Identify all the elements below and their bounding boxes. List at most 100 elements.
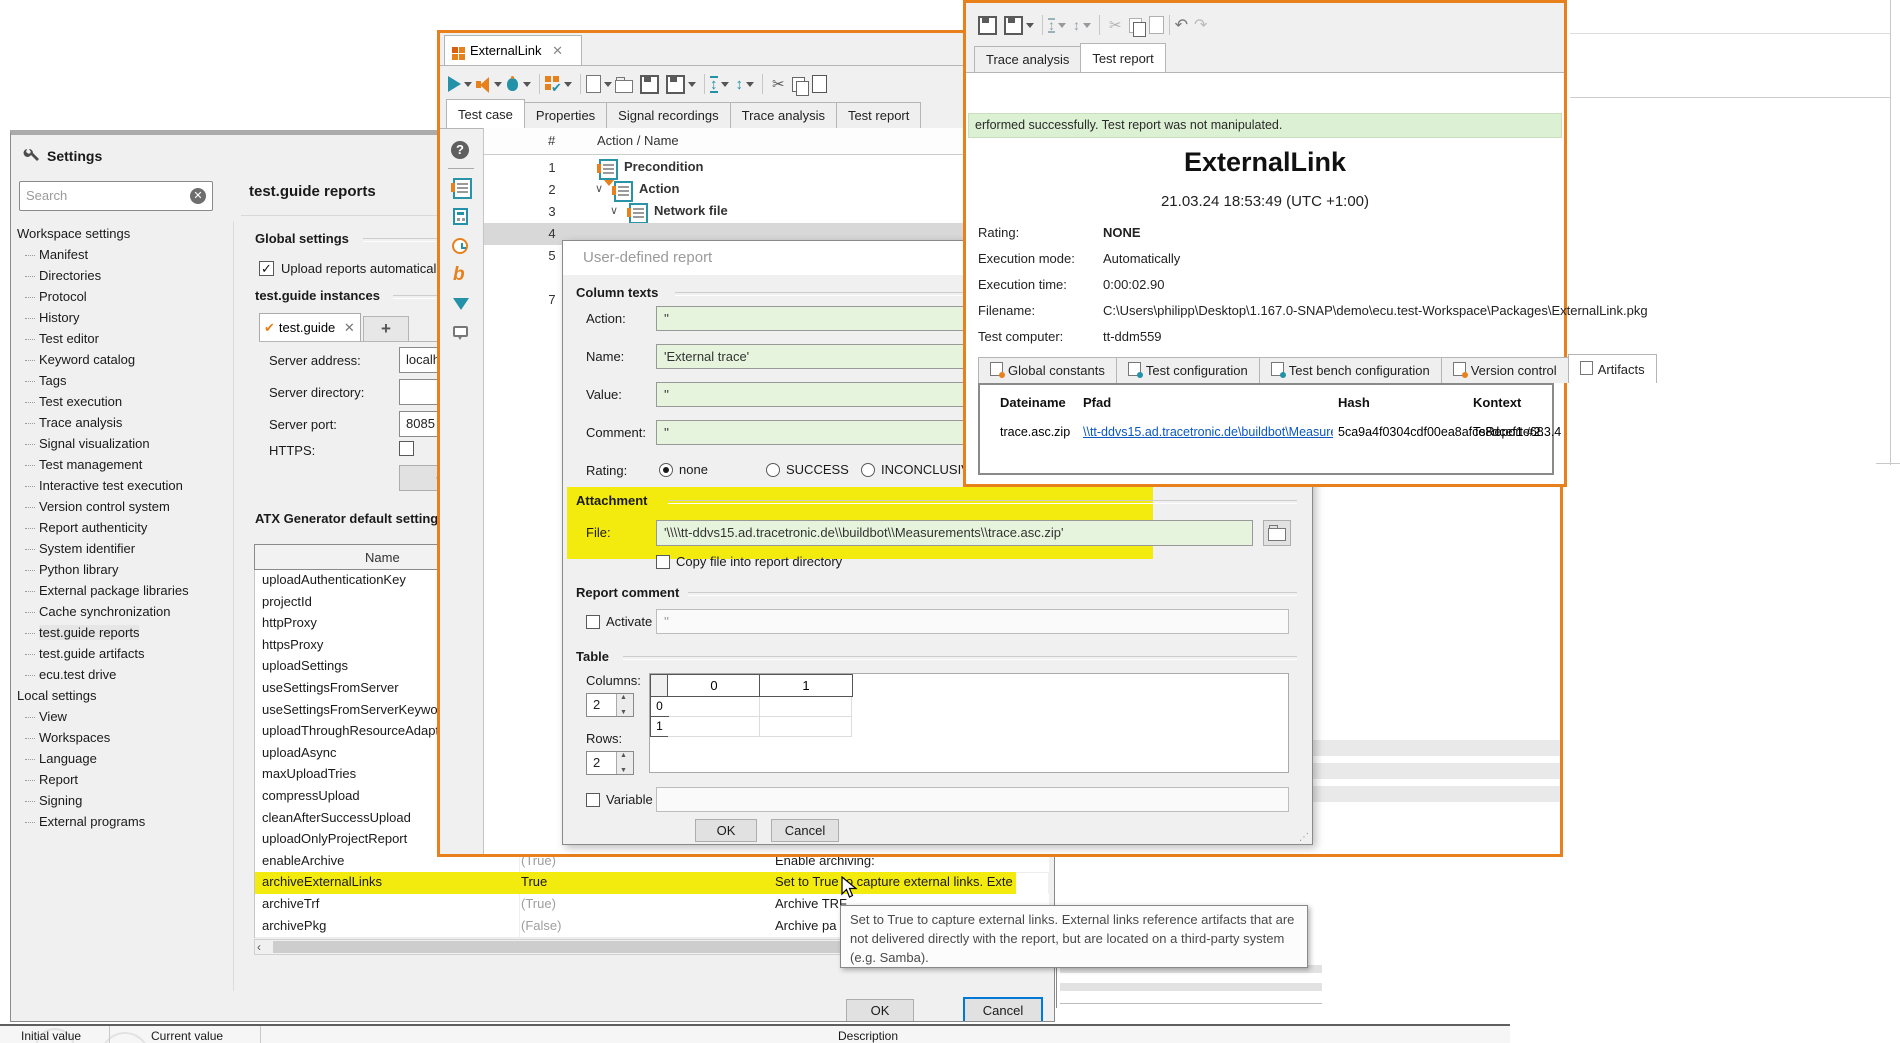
debugger-dropdown-icon[interactable]: [523, 82, 531, 87]
sidebar-item-test-editor[interactable]: Test editor: [17, 328, 235, 349]
sidebar-item-history[interactable]: History: [17, 307, 235, 328]
grid-cell-0-0[interactable]: [668, 697, 760, 717]
save-all-icon[interactable]: [666, 75, 685, 94]
artifact-pfad-link[interactable]: \\tt-ddvs15.ad.tracetronic.de\buildbot\M…: [1083, 425, 1333, 439]
package-check-icon[interactable]: ✔: [545, 76, 561, 92]
tab-properties[interactable]: Properties: [524, 102, 607, 128]
undo-icon[interactable]: ↶: [1175, 15, 1188, 35]
rating-radio-inconclusive[interactable]: [861, 463, 875, 477]
sidebar-item-protocol[interactable]: Protocol: [17, 286, 235, 307]
upload-reports-checkbox[interactable]: ✓: [259, 261, 274, 276]
sidebar-item-external-package-libraries[interactable]: External package libraries: [17, 580, 235, 601]
browse-file-button[interactable]: [1263, 520, 1291, 546]
resize-grip-icon[interactable]: ⋰: [1299, 832, 1309, 843]
sidebar-item-trace-analysis[interactable]: Trace analysis: [17, 412, 235, 433]
close-tab-icon[interactable]: ✕: [344, 320, 355, 335]
add-instance-tab[interactable]: +: [363, 316, 409, 341]
search-input[interactable]: Search ✕: [19, 181, 213, 211]
sidebar-item-python-library[interactable]: Python library: [17, 559, 235, 580]
activate-checkbox[interactable]: [586, 615, 600, 629]
columns-spinner[interactable]: 2: [586, 693, 634, 717]
expand-all-icon[interactable]: ↕: [1048, 18, 1055, 33]
sidebar-item-test-execution[interactable]: Test execution: [17, 391, 235, 412]
instance-tab[interactable]: ✔test.guide ✕: [259, 313, 361, 341]
help-icon[interactable]: ?: [451, 141, 469, 159]
sidebar-item-ecu-test-drive[interactable]: ecu.test drive: [17, 664, 235, 685]
sidebar-item-test-guide-reports[interactable]: test.guide reports: [17, 622, 235, 643]
dialog-ok-button[interactable]: OK: [695, 819, 757, 842]
expand-all-icon[interactable]: ↕: [710, 76, 718, 93]
save-all-icon[interactable]: [1004, 16, 1023, 35]
rows-spinner[interactable]: 2: [586, 751, 634, 775]
variable-checkbox[interactable]: [586, 793, 600, 807]
sidebar-item-workspaces[interactable]: Workspaces: [17, 727, 235, 748]
run-icon[interactable]: [448, 76, 461, 92]
tab-signal-recordings[interactable]: Signal recordings: [606, 102, 730, 128]
https-checkbox[interactable]: [399, 441, 414, 456]
rating-radio-none[interactable]: [659, 463, 673, 477]
tab-trace-analysis[interactable]: Trace analysis: [974, 46, 1081, 72]
settings-cancel-button[interactable]: Cancel: [963, 997, 1043, 1022]
grid-row-header-0[interactable]: 0: [650, 696, 669, 717]
atx-row-archiveExternalLinks[interactable]: archiveExternalLinksTrueSet to True to c…: [255, 872, 1016, 895]
save-dropdown-icon[interactable]: [1026, 23, 1034, 28]
cut-icon[interactable]: ✂: [772, 75, 785, 93]
tree-header-local-settings[interactable]: Local settings: [17, 685, 235, 706]
new-file-icon[interactable]: [586, 75, 601, 93]
clear-search-icon[interactable]: ✕: [190, 188, 206, 204]
speaker-icon[interactable]: [475, 76, 491, 92]
copy-file-checkbox[interactable]: [656, 555, 670, 569]
tab-trace-analysis[interactable]: Trace analysis: [730, 102, 837, 128]
run-dropdown-icon[interactable]: [464, 82, 472, 87]
comment-icon[interactable]: [453, 326, 468, 337]
sidebar-item-version-control-system[interactable]: Version control system: [17, 496, 235, 517]
open-file-icon[interactable]: [615, 80, 633, 93]
sidebar-item-test-management[interactable]: Test management: [17, 454, 235, 475]
spinner-arrows-icon[interactable]: [616, 694, 633, 716]
grid-cell-0-1[interactable]: [760, 697, 852, 717]
calculator-icon[interactable]: [453, 208, 468, 225]
sidebar-item-manifest[interactable]: Manifest: [17, 244, 235, 265]
grid-row-header-1[interactable]: 1: [650, 716, 669, 737]
debug-b-icon[interactable]: b: [453, 264, 465, 286]
tab-artifacts[interactable]: Artifacts: [1568, 354, 1657, 383]
paste-icon[interactable]: [812, 75, 827, 93]
sidebar-item-language[interactable]: Language: [17, 748, 235, 769]
collapse-dropdown-icon[interactable]: [1083, 23, 1091, 28]
tab-test-case[interactable]: Test case: [446, 99, 525, 128]
grid-cell-1-0[interactable]: [668, 717, 760, 737]
sidebar-item-external-programs[interactable]: External programs: [17, 811, 235, 832]
sidebar-item-report[interactable]: Report: [17, 769, 235, 790]
sidebar-item-system-identifier[interactable]: System identifier: [17, 538, 235, 559]
editor-doc-tab[interactable]: ExternalLink ✕: [444, 35, 582, 65]
sidebar-item-cache-synchronization[interactable]: Cache synchronization: [17, 601, 235, 622]
save-dropdown-icon[interactable]: [688, 82, 696, 87]
scroll-left-arrow-icon[interactable]: ‹: [257, 940, 261, 954]
sidebar-item-tags[interactable]: Tags: [17, 370, 235, 391]
sidebar-item-interactive-test-execution[interactable]: Interactive test execution: [17, 475, 235, 496]
speaker-dropdown-icon[interactable]: [494, 82, 502, 87]
dialog-cancel-button[interactable]: Cancel: [771, 819, 839, 842]
sidebar-item-signal-visualization[interactable]: Signal visualization: [17, 433, 235, 454]
collapse-dropdown-icon[interactable]: [746, 82, 754, 87]
grid-col-header-0[interactable]: 0: [667, 674, 761, 697]
tab-test-report[interactable]: Test report: [836, 102, 921, 128]
expand-dropdown-icon[interactable]: [721, 82, 729, 87]
grid-cell-1-1[interactable]: [760, 717, 852, 737]
sidebar-item-report-authenticity[interactable]: Report authenticity: [17, 517, 235, 538]
report-step-icon[interactable]: [453, 178, 472, 199]
report-comment-input[interactable]: '': [656, 609, 1289, 634]
sidebar-item-signing[interactable]: Signing: [17, 790, 235, 811]
cut-icon[interactable]: ✂: [1109, 16, 1122, 34]
tab-test-bench-configuration[interactable]: Test bench configuration: [1259, 357, 1442, 383]
collapse-all-icon[interactable]: ↕: [1073, 20, 1080, 31]
copy-icon[interactable]: [1129, 18, 1142, 33]
sidebar-item-keyword-catalog[interactable]: Keyword catalog: [17, 349, 235, 370]
redo-icon[interactable]: ↷: [1194, 15, 1207, 35]
package-check-dropdown-icon[interactable]: [564, 82, 572, 87]
save-icon[interactable]: [640, 75, 659, 94]
tab-version-control[interactable]: Version control: [1441, 357, 1569, 383]
close-tab-icon[interactable]: ✕: [552, 43, 563, 58]
analysis-icon[interactable]: [453, 298, 469, 310]
debugger-icon[interactable]: [505, 76, 520, 92]
